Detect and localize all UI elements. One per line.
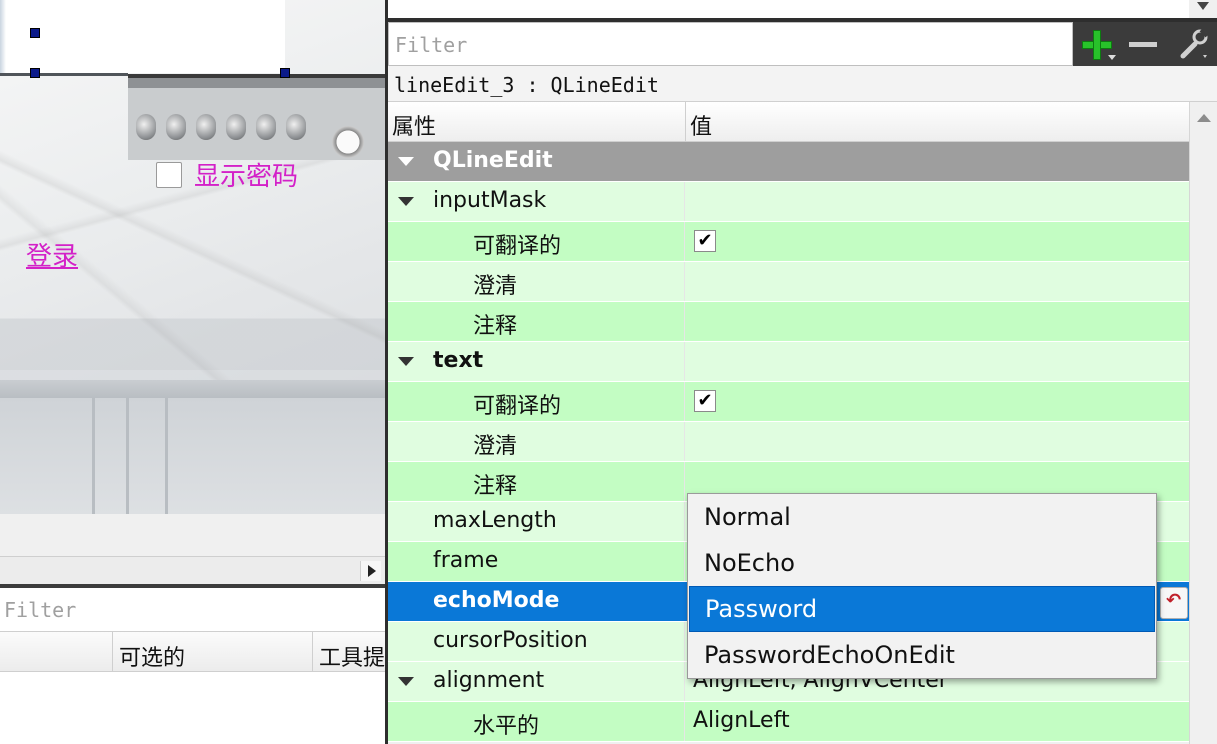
property-value[interactable] <box>685 422 1189 461</box>
current-object-label: lineEdit_3 : QLineEdit <box>388 66 1217 102</box>
action-table-body[interactable] <box>0 672 385 744</box>
background-image-cabinets <box>0 398 385 514</box>
property-row-inputmask[interactable]: inputMask <box>388 182 1189 222</box>
property-name: cursorPosition <box>433 628 588 653</box>
dropdown-option-noecho[interactable]: NoEcho <box>689 541 1155 587</box>
property-name: frame <box>433 548 499 573</box>
stove-knob <box>136 114 156 140</box>
property-name: 澄清 <box>473 434 518 459</box>
property-row-text[interactable]: text <box>388 342 1189 382</box>
stove-knob <box>166 114 186 140</box>
show-password-checkbox[interactable] <box>156 162 182 188</box>
property-name: 注释 <box>473 474 518 499</box>
stove-knob <box>226 114 246 140</box>
column-header-property[interactable]: 属性 <box>388 102 685 142</box>
scroll-right-icon[interactable] <box>360 561 381 581</box>
property-value[interactable]: AlignLeft <box>693 708 790 733</box>
property-name: inputMask <box>433 188 547 213</box>
property-name: 可翻译的 <box>473 234 562 259</box>
background-image-stove <box>128 74 385 160</box>
property-value[interactable] <box>685 342 1189 381</box>
action-filter-input[interactable]: Filter <box>0 588 385 632</box>
resize-handle[interactable] <box>30 68 40 78</box>
echomode-dropdown-list[interactable]: Normal NoEcho Password PasswordEchoOnEdi… <box>687 493 1157 679</box>
property-value[interactable] <box>685 262 1189 301</box>
canvas-horizontal-scrollbar[interactable] <box>0 556 385 584</box>
column-header[interactable] <box>0 632 112 672</box>
property-name: echoMode <box>433 588 560 613</box>
property-name: 水平的 <box>473 714 540 739</box>
property-row-translatable[interactable]: 可翻译的 ✔ <box>388 382 1189 422</box>
add-property-icon[interactable] <box>1075 22 1119 66</box>
scroll-down-icon[interactable] <box>1189 0 1217 18</box>
form-preview-canvas[interactable]: 显示密码 登录 <box>0 0 385 514</box>
reset-property-icon[interactable] <box>1160 587 1188 619</box>
object-inspector-tail <box>388 0 1217 18</box>
stove-knob <box>286 114 306 140</box>
collapse-arrow-icon[interactable] <box>398 197 414 206</box>
remove-property-icon[interactable] <box>1121 22 1165 66</box>
dropdown-option-passwordechoonedit[interactable]: PasswordEchoOnEdit <box>689 633 1155 679</box>
property-table-header: 属性 值 <box>388 102 1189 142</box>
property-row-disambiguation[interactable]: 澄清 <box>388 422 1189 462</box>
show-password-label[interactable]: 显示密码 <box>194 156 298 193</box>
action-table-header: 可选的 工具提 <box>0 632 385 672</box>
property-value[interactable] <box>685 182 1189 221</box>
object-name-type: lineEdit_3 : QLineEdit <box>394 73 659 97</box>
scroll-up-icon[interactable] <box>1197 114 1211 122</box>
login-link[interactable]: 登录 <box>26 236 78 273</box>
widget-edge <box>0 0 6 73</box>
property-name: alignment <box>433 668 545 693</box>
background-image-counter-edge <box>0 380 385 400</box>
property-name: 可翻译的 <box>473 394 562 419</box>
translatable-checkbox[interactable]: ✔ <box>694 390 716 412</box>
translatable-checkbox[interactable]: ✔ <box>694 230 716 252</box>
property-filter-input[interactable]: Filter <box>388 22 1073 66</box>
property-name: 注释 <box>473 314 518 339</box>
property-row-horizontal[interactable]: 水平的 AlignLeft <box>388 702 1189 742</box>
property-toolbar <box>1073 22 1217 66</box>
stove-gauge <box>332 126 364 158</box>
property-row-comment[interactable]: 注释 <box>388 302 1189 342</box>
selected-widget-area[interactable] <box>0 0 285 73</box>
property-row-disambiguation[interactable]: 澄清 <box>388 262 1189 302</box>
collapse-arrow-icon[interactable] <box>398 677 414 686</box>
property-name: text <box>433 348 484 373</box>
property-vertical-scrollbar[interactable] <box>1189 102 1217 744</box>
property-category-qlineedit[interactable]: QLineEdit <box>388 142 1189 182</box>
property-filter-placeholder: Filter <box>395 33 468 57</box>
collapse-arrow-icon[interactable] <box>398 157 414 166</box>
column-header-value[interactable]: 值 <box>685 102 1189 142</box>
property-name: QLineEdit <box>433 148 553 173</box>
column-header-checkable[interactable]: 可选的 <box>112 632 312 672</box>
configure-wrench-icon[interactable] <box>1169 22 1213 66</box>
stove-knob <box>196 114 216 140</box>
property-row-translatable[interactable]: 可翻译的 ✔ <box>388 222 1189 262</box>
action-filter-placeholder: Filter <box>4 598 77 622</box>
property-value[interactable] <box>685 302 1189 341</box>
dropdown-option-password[interactable]: Password <box>689 586 1155 632</box>
property-name: 澄清 <box>473 274 518 299</box>
resize-handle[interactable] <box>30 28 40 38</box>
dropdown-option-normal[interactable]: Normal <box>689 495 1155 541</box>
resize-handle[interactable] <box>280 68 290 78</box>
column-header-tooltip[interactable]: 工具提 <box>312 632 385 672</box>
collapse-arrow-icon[interactable] <box>398 357 414 366</box>
stove-knob <box>256 114 276 140</box>
property-name: maxLength <box>433 508 557 533</box>
